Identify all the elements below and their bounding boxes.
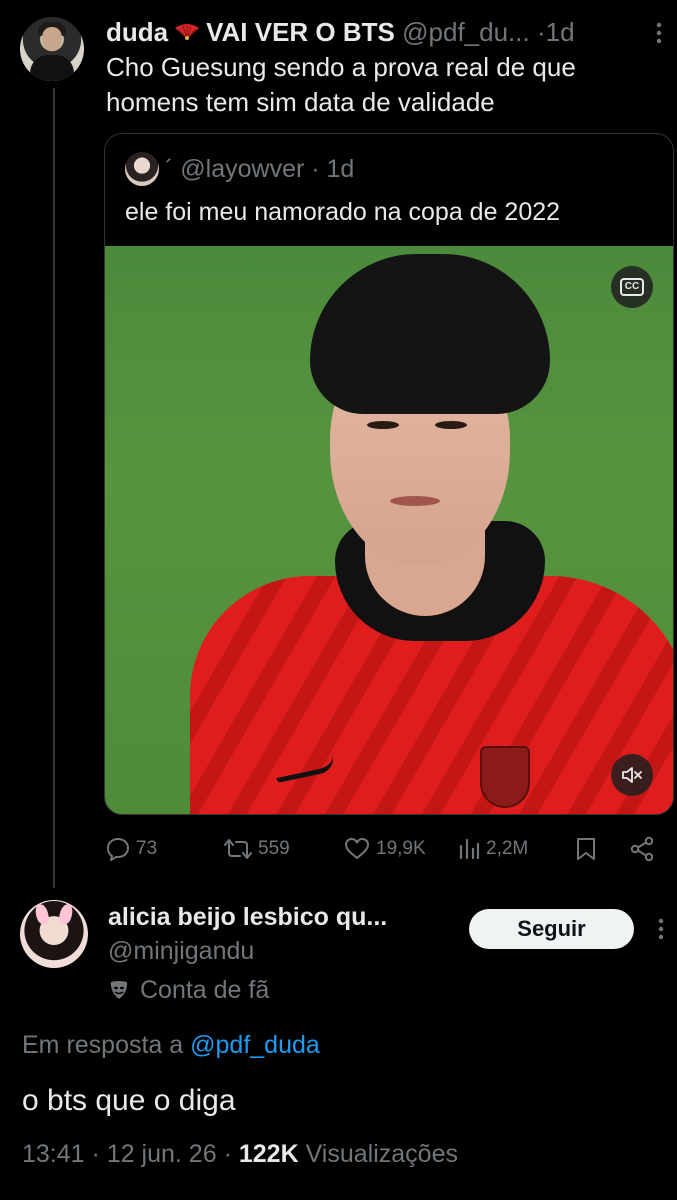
reply-views-count: 122K xyxy=(238,1140,299,1168)
bookmark-icon xyxy=(577,838,595,860)
like-button[interactable]: 19,9K xyxy=(343,832,426,866)
quoted-tweet-text: ele foi meu namorado na copa de 2022 xyxy=(125,198,561,226)
reply-views-label: Visualizações xyxy=(305,1140,458,1168)
author-name-suffix[interactable]: VAI VER O BTS xyxy=(206,17,395,47)
quoted-author-avatar xyxy=(125,152,159,186)
video-player[interactable]: CC xyxy=(105,246,673,814)
quoted-author-handle: ´ @layowver xyxy=(165,155,305,183)
fan-account-badge: Conta de fã xyxy=(108,975,269,1005)
separator-dot: · xyxy=(311,155,320,183)
separator-dot: · xyxy=(91,1140,100,1168)
separator-dot: · xyxy=(536,17,546,47)
tweet-action-bar: 73 559 19,9K 2,2M xyxy=(105,832,665,866)
reply-date[interactable]: 12 jun. 26 xyxy=(107,1140,217,1168)
retweet-count: 559 xyxy=(258,838,290,859)
bar-chart-icon xyxy=(459,838,480,860)
author-avatar[interactable] xyxy=(20,17,84,81)
share-icon xyxy=(630,836,654,862)
closed-captions-icon: CC xyxy=(619,278,645,296)
bookmark-button[interactable] xyxy=(575,832,597,866)
in-reply-mention-link[interactable]: @pdf_duda xyxy=(190,1031,320,1059)
retweet-button[interactable]: 559 xyxy=(223,832,290,866)
video-hair xyxy=(310,254,550,414)
mute-button[interactable] xyxy=(611,754,653,796)
video-crest xyxy=(480,746,530,808)
retweet-icon xyxy=(224,839,252,859)
volume-muted-icon xyxy=(622,767,642,783)
fan-badge-label: Conta de fã xyxy=(140,976,270,1004)
tweet-header: duda VAI VER O BTS @pdf_du... ·1d xyxy=(106,17,646,47)
quoted-tweet-meta: ´ @layowver · 1d xyxy=(165,154,354,184)
avatar-shirt xyxy=(30,55,74,81)
tweet-text: Cho Guesung sendo a prova real de que ho… xyxy=(106,52,576,117)
more-vertical-icon[interactable] xyxy=(655,918,667,940)
closed-captions-button[interactable]: CC xyxy=(611,266,653,308)
views-count: 2,2M xyxy=(486,838,529,859)
video-mouth xyxy=(390,496,440,506)
video-eye xyxy=(435,421,467,429)
author-handle[interactable]: @pdf_du... xyxy=(402,17,530,47)
reply-text: o bts que o diga xyxy=(22,1084,236,1117)
tweet-time[interactable]: 1d xyxy=(546,17,575,47)
theater-masks-icon xyxy=(110,981,128,999)
in-reply-to: Em resposta a @pdf_duda xyxy=(22,1030,320,1060)
more-vertical-icon[interactable] xyxy=(653,22,665,44)
reply-meta: 13:41 · 12 jun. 26 · 122K Visualizações xyxy=(22,1139,458,1169)
separator-dot: · xyxy=(223,1140,232,1168)
quoted-tweet-time: 1d xyxy=(326,155,355,183)
quoted-tweet-card[interactable]: ´ @layowver · 1d ele foi meu namorado na… xyxy=(104,133,674,815)
video-eye xyxy=(367,421,399,429)
in-reply-prefix: Em resposta a xyxy=(22,1031,184,1059)
red-fan-emoji-icon xyxy=(175,24,200,41)
avatar-bunny-ear xyxy=(57,902,75,926)
heart-icon xyxy=(345,838,369,859)
share-button[interactable] xyxy=(629,832,655,866)
avatar-face xyxy=(42,27,62,51)
avatar-bunny-ear xyxy=(33,902,51,926)
follow-button[interactable]: Seguir xyxy=(469,909,634,949)
reply-author-handle[interactable]: @minjigandu xyxy=(108,936,254,966)
reply-button[interactable]: 73 xyxy=(105,832,157,866)
views-button[interactable]: 2,2M xyxy=(457,832,528,866)
author-name[interactable]: duda xyxy=(106,17,168,47)
comment-bubble-icon xyxy=(107,838,129,861)
reply-author-avatar[interactable] xyxy=(20,900,88,968)
thread-connector-line xyxy=(53,88,55,888)
reply-author-name[interactable]: alicia beijo lesbico qu... xyxy=(108,902,387,932)
like-count: 19,9K xyxy=(376,838,426,859)
reply-time[interactable]: 13:41 xyxy=(22,1140,85,1168)
reply-count: 73 xyxy=(136,838,158,859)
